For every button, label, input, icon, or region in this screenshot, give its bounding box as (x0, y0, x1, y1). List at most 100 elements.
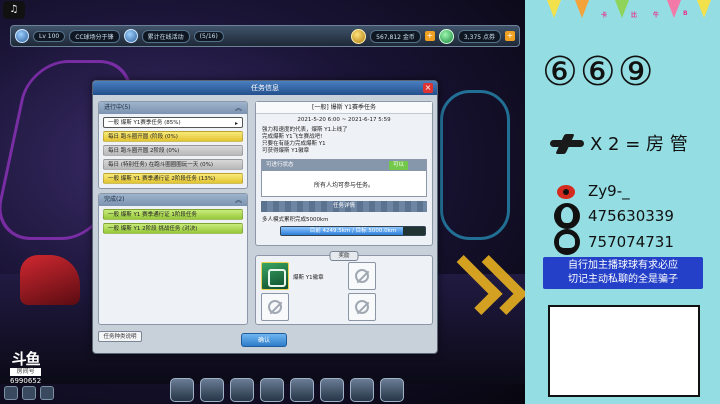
bunting-flag (667, 0, 681, 18)
settings-icon[interactable] (123, 29, 138, 43)
completed-panel: 完成(2) ︽ 一般 爆斯 Y1 赛季通行证 1阶段任务一般 爆斯 Y1 2阶段… (98, 193, 248, 325)
task-item-label: 一般 爆斯 Y1 2阶段 挑战任务 (对决) (108, 226, 198, 232)
qq-number: 475630339 (588, 207, 674, 225)
bunting-letter: 牛 (653, 12, 660, 19)
reward-header: 奖励 (329, 251, 359, 261)
douyu-logo: 斗鱼 (11, 350, 41, 368)
bunting-flag (615, 0, 629, 18)
add-gold-button[interactable]: + (424, 31, 435, 41)
bunting-letter: 卡 (601, 12, 608, 19)
online-event-label[interactable]: 累计在线活动 (141, 29, 190, 43)
menu-icon[interactable] (4, 386, 18, 400)
weibo-icon (554, 178, 580, 204)
task-item-label: 每日 (特别任务) 在跑斗圈圈圈玩一天 (0%) (108, 162, 214, 168)
car-icon[interactable] (350, 378, 374, 402)
douyu-watermark: 斗鱼 房间号 6990652 (10, 350, 42, 385)
in-progress-list: 一般 爆斯 Y1赛季任务 (85%) ▸ 每日 跑斗圈开圆 (阶段 (0%) 每日 跑… (99, 117, 247, 184)
friend-icon[interactable] (40, 386, 54, 400)
shop-icon[interactable] (230, 378, 254, 402)
status-text: 所有人均可参与任务。 (313, 182, 374, 189)
task-dates: 2021-5-20 6:00 ~ 2021-6-17 5:59 (256, 117, 432, 123)
bunting-flag (697, 0, 711, 18)
plane-row: X 2 = 房 管 (548, 130, 688, 156)
weibo-handle: Zy9-_ (588, 182, 630, 200)
requirement-header: 任务详情 (261, 201, 427, 212)
reward-slot-empty (348, 293, 376, 321)
rank-icon[interactable] (380, 378, 404, 402)
task-item[interactable]: 每日 (特别任务) 在跑斗圈圈圈玩一天 (0%) (103, 159, 243, 170)
notice-line: 切记主动私聊的全是骗子 (568, 274, 678, 285)
add-points-button[interactable]: + (505, 31, 515, 41)
mail-icon[interactable] (290, 378, 314, 402)
points-amount: 3,375 点券 (457, 29, 501, 43)
garage-icon[interactable] (200, 378, 224, 402)
profile-avatar-button[interactable] (15, 29, 29, 43)
dialog-title: 任务信息 (251, 84, 279, 92)
room-digits: ⑥⑥⑨ (542, 49, 656, 95)
red-car-image (20, 255, 80, 305)
task-description: 强力和速度的代表，爆斯 Y1上线了 完成爆斯 Y1飞车赛战吧! 只要在有能力完成… (262, 127, 426, 155)
in-progress-header[interactable]: 进行中(5) ︽ (99, 102, 247, 114)
date-start: 2021-5-20 6:00 (297, 117, 340, 123)
task-title: [一般] 爆斯 Y1赛季任务 (256, 102, 432, 114)
no-entry-icon (268, 300, 282, 314)
close-button[interactable]: × (423, 83, 433, 93)
game-window: Lv 100 CC球场分于锋 累计在线活动 (5/16) 567,812 金币 … (0, 0, 525, 404)
task-item[interactable]: 每日 跑斗圈开圆 2阶段 (0%) (103, 145, 243, 156)
reward-slot-empty (348, 262, 376, 290)
task-item[interactable]: 每日 跑斗圈开圆 (阶段 (0%) (103, 131, 243, 142)
qq-group-icon (554, 229, 580, 255)
date-end: 2021-6-17 5:59 (348, 117, 391, 123)
selected-arrow-icon: ▸ (234, 120, 238, 127)
notice-banner: 自行加主播球球有求必应 切记主动私聊的全是骗子 (543, 257, 703, 289)
points-icon (438, 28, 454, 44)
qq-row: 475630339 (554, 203, 674, 229)
task-item[interactable]: 一般 爆斯 Y1 赛季通行证 2阶段任务 (13%) (103, 173, 243, 184)
desc-line: 可获得爆斯 Y1徽章 (262, 148, 310, 154)
music-icon: ♫ (3, 1, 25, 19)
progress-label: 目前 4249.5km / 目标 5000.0km (309, 228, 397, 234)
reward-item-name: 爆斯 Y1徽章 (293, 275, 324, 281)
neon-decoration-right (440, 90, 510, 240)
task-types-help-button[interactable]: 任务种类说明 (98, 331, 142, 342)
completed-header-label: 完成(2) (104, 196, 125, 203)
gold-amount: 567,812 金币 (370, 29, 421, 43)
task-item[interactable]: 一般 爆斯 Y1赛季任务 (85%) ▸ (103, 117, 243, 128)
progress-bar: 目前 4249.5km / 目标 5000.0km (280, 226, 426, 236)
team-icon[interactable] (320, 378, 344, 402)
status-box: 可进行状态 可以 所有人均可参与任务。 (261, 159, 427, 197)
status-header: 可进行状态 可以 (262, 160, 426, 171)
completed-header[interactable]: 完成(2) ︽ (99, 194, 247, 206)
no-entry-icon (355, 269, 369, 283)
qq-group-row: 757074731 (554, 229, 674, 255)
status-header-label: 可进行状态 (266, 162, 294, 168)
chat-icon[interactable] (22, 386, 36, 400)
in-progress-panel: 进行中(5) ︽ 一般 爆斯 Y1赛季任务 (85%) ▸ 每日 跑斗圈开圆 (阶段… (98, 101, 248, 189)
desc-line: 完成爆斯 Y1飞车赛战吧! (262, 134, 323, 140)
bunting-flag (547, 0, 561, 18)
bunting-decoration: 卡 比 牛 B (545, 0, 720, 30)
gold-coin-icon (351, 28, 367, 44)
bunting-letter: B (683, 10, 688, 17)
airplane-icon (548, 132, 586, 154)
collapse-chevron-icon[interactable]: ︽ (235, 194, 242, 206)
notice-line: 自行加主播球球有求必应 (568, 260, 678, 271)
task-item[interactable]: 一般 爆斯 Y1 2阶段 挑战任务 (对决) (103, 223, 243, 234)
weibo-row: Zy9-_ (554, 178, 630, 204)
online-event-count: (5/16) (193, 30, 224, 42)
confirm-button[interactable]: 确认 (241, 333, 287, 347)
qq-group-number: 757074731 (588, 233, 674, 251)
date-separator: ~ (341, 117, 347, 123)
bottom-left-icons (4, 386, 54, 400)
reward-badge-icon[interactable] (261, 262, 289, 290)
gift-icon[interactable] (260, 378, 284, 402)
account-name: CC球场分于锋 (69, 29, 120, 43)
collapse-chevron-icon[interactable]: ︽ (235, 102, 242, 114)
game-bottom-toolbar (170, 378, 430, 404)
race-flag-icon[interactable] (170, 378, 194, 402)
bunting-flag (575, 0, 589, 18)
reward-slot-empty (261, 293, 289, 321)
task-detail-panel: [一般] 爆斯 Y1赛季任务 2021-5-20 6:00 ~ 2021-6-1… (255, 101, 433, 246)
task-item-label: 每日 跑斗圈开圆 (阶段 (0%) (108, 134, 178, 140)
task-item[interactable]: 一般 爆斯 Y1 赛季通行证 1阶段任务 (103, 209, 243, 220)
